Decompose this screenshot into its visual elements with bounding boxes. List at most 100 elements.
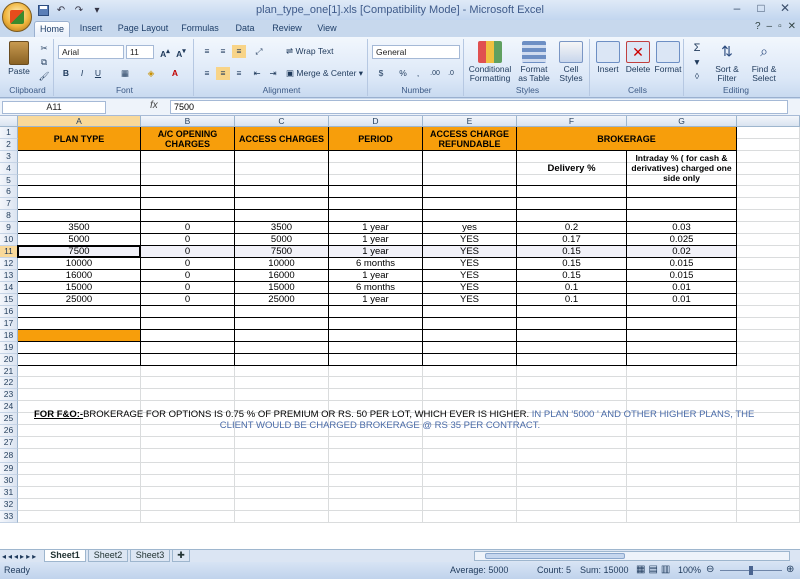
close-icon[interactable]: ✕ xyxy=(774,1,796,17)
empty-table-cell[interactable] xyxy=(18,318,141,330)
grid-cell[interactable] xyxy=(627,437,737,449)
column-header[interactable]: D xyxy=(329,116,423,127)
grid-cell[interactable] xyxy=(737,354,800,366)
grid-cell[interactable] xyxy=(141,449,235,463)
header-blank-cell[interactable] xyxy=(329,151,423,186)
delete-cells-button[interactable]: ✕ Delete xyxy=(624,41,652,74)
cell-styles-button[interactable]: Cell Styles xyxy=(554,41,588,83)
table-cell[interactable]: 0 xyxy=(141,222,235,234)
table-cell[interactable]: 7500 xyxy=(235,246,329,258)
row-header[interactable]: 3 xyxy=(0,151,18,163)
row-header[interactable]: 30 xyxy=(0,475,18,487)
header-blank-cell[interactable] xyxy=(141,151,235,186)
grid-cell[interactable] xyxy=(329,437,423,449)
decrease-indent-icon[interactable]: ⇤ xyxy=(250,67,264,80)
table-cell[interactable]: 0.025 xyxy=(627,234,737,246)
selected-cell[interactable] xyxy=(17,245,141,258)
italic-button[interactable]: I xyxy=(76,67,88,80)
grid-cell[interactable] xyxy=(423,487,517,499)
empty-table-cell[interactable] xyxy=(18,210,141,222)
conditional-formatting-button[interactable]: Conditional Formatting xyxy=(468,41,512,83)
table-cell[interactable]: 0.15 xyxy=(517,246,627,258)
column-header[interactable]: G xyxy=(627,116,737,127)
wb-close-icon[interactable]: ✕ xyxy=(788,21,796,32)
zoom-out-icon[interactable]: ⊖ xyxy=(706,564,714,575)
grid-cell[interactable] xyxy=(18,511,141,523)
grid-cell[interactable] xyxy=(737,270,800,282)
row-header[interactable]: 6 xyxy=(0,186,18,198)
grid-cell[interactable] xyxy=(737,463,800,475)
grid-cell[interactable] xyxy=(423,389,517,401)
increase-indent-icon[interactable]: ⇥ xyxy=(266,67,280,80)
empty-table-cell[interactable] xyxy=(517,186,627,198)
font-name-select[interactable]: Arial xyxy=(58,45,124,59)
table-cell[interactable]: 10000 xyxy=(18,258,141,270)
grid-cell[interactable] xyxy=(517,499,627,511)
table-cell[interactable]: 0.1 xyxy=(517,282,627,294)
zoom-level[interactable]: 100% xyxy=(678,565,701,575)
maximize-icon[interactable]: □ xyxy=(750,1,772,17)
borders-icon[interactable]: ▦ xyxy=(116,67,134,80)
table-cell[interactable]: 25000 xyxy=(235,294,329,306)
format-cells-button[interactable]: Format xyxy=(654,41,682,74)
align-top-icon[interactable]: ≡ xyxy=(200,45,214,58)
empty-table-cell[interactable] xyxy=(329,330,423,342)
grid-cell[interactable] xyxy=(737,198,800,210)
grid-cell[interactable] xyxy=(141,487,235,499)
align-middle-icon[interactable]: ≡ xyxy=(216,45,230,58)
grid-cell[interactable] xyxy=(235,449,329,463)
percent-button[interactable]: % xyxy=(396,67,410,80)
table-cell[interactable]: YES xyxy=(423,294,517,306)
row-header[interactable]: 1 xyxy=(0,127,18,139)
row-header[interactable]: 33 xyxy=(0,511,18,523)
merge-center-button[interactable]: ▣ Merge & Center ▾ xyxy=(286,67,366,80)
grid-cell[interactable] xyxy=(235,437,329,449)
orientation-icon[interactable]: ⤢ xyxy=(250,45,268,58)
grid-cell[interactable] xyxy=(329,499,423,511)
table-cell[interactable]: 16000 xyxy=(18,270,141,282)
grid-cell[interactable] xyxy=(423,449,517,463)
empty-table-cell[interactable] xyxy=(517,198,627,210)
empty-table-cell[interactable] xyxy=(329,354,423,366)
grid-cell[interactable] xyxy=(141,389,235,401)
grid-cell[interactable] xyxy=(737,175,800,186)
row-header[interactable]: 22 xyxy=(0,377,18,389)
insert-function-icon[interactable]: fx xyxy=(150,100,158,111)
grid-cell[interactable] xyxy=(737,222,800,234)
grid-cell[interactable] xyxy=(235,377,329,389)
align-bottom-icon[interactable]: ≡ xyxy=(232,45,246,58)
empty-table-cell[interactable] xyxy=(18,198,141,210)
header-blank-cell[interactable] xyxy=(423,151,517,186)
grid-cell[interactable] xyxy=(423,437,517,449)
grid-cell[interactable] xyxy=(517,377,627,389)
empty-table-cell[interactable] xyxy=(235,306,329,318)
align-left-icon[interactable]: ≡ xyxy=(200,67,214,80)
clear-icon[interactable]: ◊ xyxy=(690,70,704,83)
row-header[interactable]: 16 xyxy=(0,306,18,318)
empty-table-cell[interactable] xyxy=(141,342,235,354)
column-header[interactable]: E xyxy=(423,116,517,127)
grid-cell[interactable] xyxy=(18,463,141,475)
empty-table-cell[interactable] xyxy=(627,330,737,342)
row-header[interactable]: 20 xyxy=(0,354,18,366)
empty-table-cell[interactable] xyxy=(517,210,627,222)
table-cell[interactable]: 0.03 xyxy=(627,222,737,234)
row-header[interactable]: 2 xyxy=(0,139,18,151)
grid-cell[interactable] xyxy=(329,487,423,499)
table-cell[interactable]: 15000 xyxy=(235,282,329,294)
row-header[interactable]: 23 xyxy=(0,389,18,401)
empty-table-cell[interactable] xyxy=(423,306,517,318)
table-cell[interactable]: 0.01 xyxy=(627,294,737,306)
table-cell[interactable]: 0.01 xyxy=(627,282,737,294)
table-cell[interactable]: 0 xyxy=(141,282,235,294)
grid-cell[interactable] xyxy=(737,246,800,258)
grid-cell[interactable] xyxy=(141,377,235,389)
empty-table-cell[interactable] xyxy=(329,198,423,210)
grid-cell[interactable] xyxy=(141,475,235,487)
grid-cell[interactable] xyxy=(737,487,800,499)
number-format-select[interactable]: General xyxy=(372,45,460,59)
wb-minimize-icon[interactable]: – xyxy=(767,21,773,32)
paste-button[interactable]: Paste xyxy=(4,41,34,76)
grid-cell[interactable] xyxy=(329,511,423,523)
empty-table-cell[interactable] xyxy=(141,198,235,210)
